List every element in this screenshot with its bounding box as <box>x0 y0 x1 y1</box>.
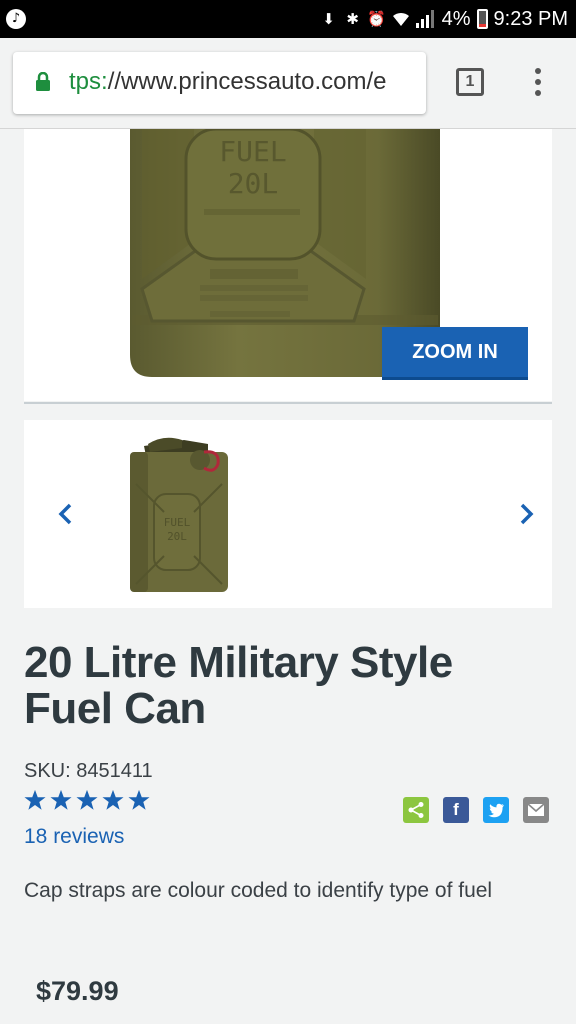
carousel-prev-button[interactable] <box>50 496 80 532</box>
chevron-left-icon <box>58 503 72 525</box>
star-icon <box>50 789 72 810</box>
clock: 9:23 PM <box>493 7 568 30</box>
download-icon: ⬇ <box>322 10 335 28</box>
star-icon <box>24 789 46 810</box>
music-icon: ♪ <box>6 9 26 29</box>
wifi-icon <box>392 9 410 29</box>
battery-icon <box>476 9 488 29</box>
zoom-in-button[interactable]: ZOOM IN <box>382 327 528 377</box>
can-fuel-text: FUEL <box>219 135 286 168</box>
thumbnail-carousel: FUEL 20L <box>24 420 552 608</box>
lock-icon <box>36 72 50 91</box>
reviews-link[interactable]: 18 reviews <box>24 825 124 849</box>
share-icon[interactable] <box>403 797 429 823</box>
alarm-icon: ⏰ <box>367 10 386 28</box>
svg-text:20L: 20L <box>167 530 187 543</box>
chevron-right-icon <box>520 503 534 525</box>
can-capacity-text: 20L <box>228 167 279 200</box>
star-rating <box>24 789 150 811</box>
star-icon <box>76 789 98 810</box>
divider <box>24 402 552 404</box>
thumbnail-item[interactable]: FUEL 20L <box>124 434 234 596</box>
url-text: tps://www.princessauto.com/e <box>69 68 386 96</box>
star-icon <box>128 789 150 810</box>
facebook-icon[interactable]: f <box>443 797 469 823</box>
signal-icon <box>415 10 436 28</box>
svg-text:FUEL: FUEL <box>164 516 191 529</box>
tab-switcher-button[interactable]: 1 <box>456 68 484 96</box>
product-description: Cap straps are colour coded to identify … <box>24 879 493 902</box>
browser-toolbar: tps://www.princessauto.com/e 1 <box>0 38 576 129</box>
email-icon[interactable] <box>523 797 549 823</box>
product-title: 20 Litre Military Style Fuel Can <box>24 638 453 733</box>
battery-percent: 4% <box>441 7 471 30</box>
status-bar: ♪ ⬇ ✱ ⏰ 4% 9:23 PM <box>0 0 576 38</box>
address-bar[interactable]: tps://www.princessauto.com/e <box>13 52 426 114</box>
overflow-menu-button[interactable] <box>533 68 543 98</box>
share-buttons: f <box>403 797 549 823</box>
bluetooth-icon: ✱ <box>346 10 359 28</box>
fuel-can-thumbnail: FUEL 20L <box>130 437 228 592</box>
url-rest: //www.princessauto.com/e <box>107 68 387 95</box>
twitter-icon[interactable] <box>483 797 509 823</box>
carousel-next-button[interactable] <box>512 496 542 532</box>
product-price: $79.99 <box>36 976 119 1006</box>
product-sku: SKU: 8451411 <box>24 760 153 782</box>
url-scheme: tps: <box>69 68 108 95</box>
product-main-image[interactable]: FUEL 20L ZOOM IN <box>24 129 552 401</box>
star-icon <box>102 789 124 810</box>
